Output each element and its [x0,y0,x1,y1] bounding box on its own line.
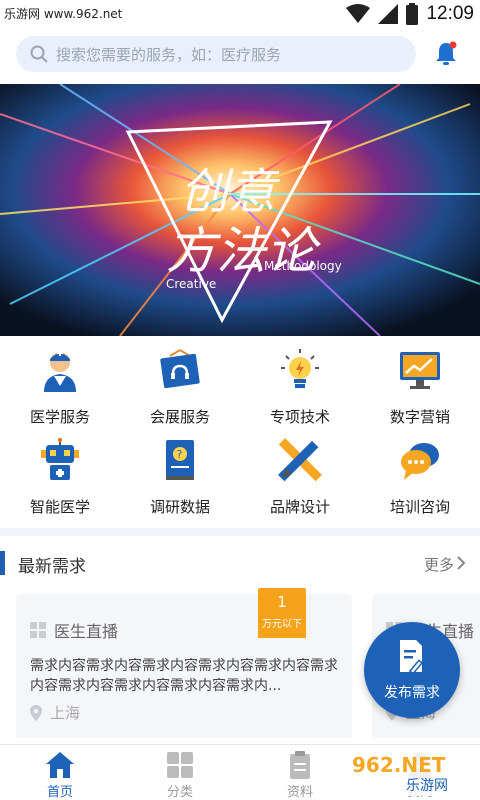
lightbulb-icon [281,349,319,388]
banner-artwork: 创意 方法论 Creative Methodology [0,84,480,336]
card-location-label: 上海 [50,704,81,722]
home-icon [46,752,74,778]
question-book-icon: ? [166,440,194,480]
category-label: 数字营销 [389,408,450,426]
edit-document-icon [400,640,424,672]
category-training-consulting[interactable]: 培训咨询 [360,438,480,524]
category-medical-service[interactable]: 医学服务 [0,348,120,434]
publish-demand-label: 发布需求 [384,685,440,701]
tab-label: 分类 [166,785,193,800]
card-description: 需求内容需求内容需求内容需求内容需求内容需求内容需求内容需求内容需求内容需求内.… [30,658,338,694]
category-special-tech[interactable]: 专项技术 [240,348,360,434]
status-bar: 乐游网 www.962.net 12:09 [0,0,480,28]
chevron-right-icon[interactable] [456,555,466,571]
badge-amount: 1 [277,593,287,611]
category-label: 会展服务 [149,408,210,426]
tab-home[interactable]: 首页 [0,745,120,800]
banner-title-line1: 创意 [180,164,281,220]
category-label: 品牌设计 [269,498,330,516]
monitor-chart-icon [400,352,440,389]
location-pin-icon [30,704,42,721]
watermark-text-2: 乐游网 [406,778,448,794]
banner-sub-left: Creative [166,277,216,291]
category-exhibition-service[interactable]: 会展服务 [120,348,240,434]
search-placeholder: 搜索您需要的服务，如：医疗服务 [56,45,282,64]
category-label: 调研数据 [149,498,210,516]
latest-section-header: 最新需求 更多 [0,548,480,578]
card-location: 上海 [30,702,80,723]
robot-icon [41,438,79,480]
clock: 12:09 [426,3,474,24]
more-link[interactable]: 更多 [424,554,454,575]
tab-label: 资料 [286,785,313,800]
card-type-label: 医生直播 [54,622,119,641]
category-label: 培训咨询 [389,498,450,516]
pencil-ruler-icon [278,438,322,482]
category-grid-icon [167,752,193,778]
search-icon [30,45,48,63]
site-watermark-logo: 962.NET 乐游网 [346,750,476,796]
cellular-signal-icon [378,4,399,24]
category-survey-data[interactable]: ? 调研数据 [120,438,240,524]
promo-banner[interactable]: 创意 方法论 Creative Methodology [0,84,480,336]
battery-icon [406,3,419,25]
category-brand-design[interactable]: 品牌设计 [240,438,360,524]
badge-unit: 万元以下 [262,619,302,630]
exhibition-sign-icon [160,349,200,389]
category-digital-marketing[interactable]: 数字营销 [360,348,480,434]
category-label: 智能医学 [29,498,90,516]
category-label: 医学服务 [29,408,90,426]
banner-sub-right: Methodology [264,259,342,273]
wifi-icon [346,4,371,23]
section-accent-bar [0,551,5,575]
publish-demand-button[interactable]: 发布需求 [364,622,460,718]
tab-materials[interactable]: 资料 [240,745,360,800]
status-icons: 12:09 [346,2,474,26]
category-label: 专项技术 [269,408,330,426]
doctor-icon [44,350,76,392]
watermark-text-1: 962.NET [352,753,446,777]
budget-badge: 1 万元以下 [258,588,306,638]
card-category: 医生直播 [30,618,118,642]
tab-category[interactable]: 分类 [120,745,240,800]
section-title: 最新需求 [18,557,86,577]
search-input[interactable]: 搜索您需要的服务，如：医疗服务 [16,36,416,72]
chat-bubbles-icon [401,443,439,480]
svg-text:?: ? [177,448,183,461]
watermark-text: 乐游网 www.962.net [4,7,123,21]
section-divider [0,528,480,536]
tab-label: 首页 [46,785,73,800]
category-smart-medicine[interactable]: 智能医学 [0,438,120,524]
grid-category-icon [30,622,46,638]
clipboard-icon [290,751,310,779]
notification-bell-icon[interactable] [432,40,460,68]
